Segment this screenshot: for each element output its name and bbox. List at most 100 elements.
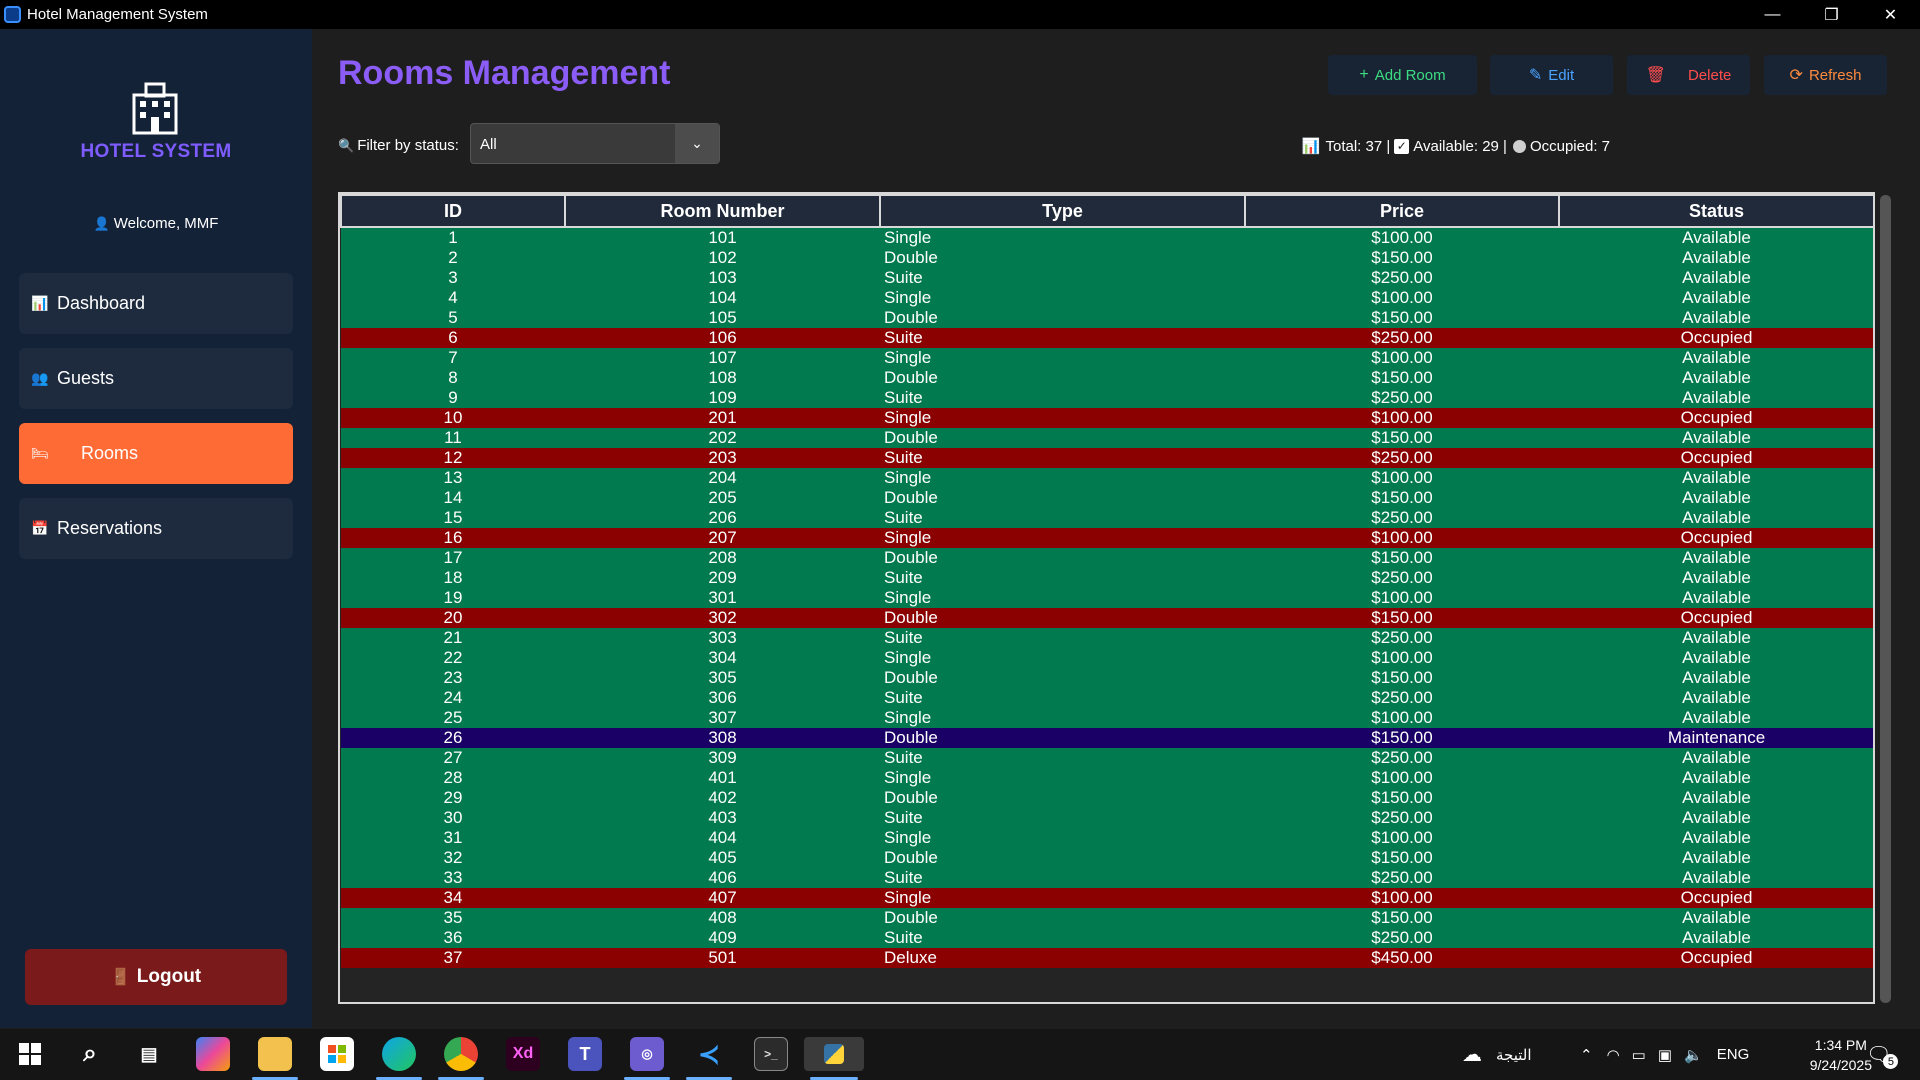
table-row[interactable]: 13 204 Single $100.00 Available [341,468,1873,488]
python-icon[interactable] [804,1037,864,1071]
teams-icon[interactable]: T [568,1037,602,1071]
task-view-icon[interactable]: ▤ [132,1037,166,1071]
status-filter-dropdown[interactable]: All ⌄ [470,123,720,164]
minimize-button[interactable]: — [1743,0,1802,29]
cell-id: 32 [341,848,565,868]
table-row[interactable]: 20 302 Double $150.00 Occupied [341,608,1873,628]
wifi-icon[interactable]: ◠ [1607,1046,1620,1064]
table-row[interactable]: 22 304 Single $100.00 Available [341,648,1873,668]
vscode-icon[interactable]: ≺ [692,1037,726,1071]
column-header-id[interactable]: ID [340,194,566,228]
table-row[interactable]: 2 102 Double $150.00 Available [341,248,1873,268]
chrome-icon[interactable] [444,1037,478,1071]
cell-room-number: 205 [565,488,880,508]
chevron-up-icon[interactable]: ⌃ [1580,1046,1593,1064]
table-row[interactable]: 25 307 Single $100.00 Available [341,708,1873,728]
table-row[interactable]: 37 501 Deluxe $450.00 Occupied [341,948,1873,968]
table-row[interactable]: 32 405 Double $150.00 Available [341,848,1873,868]
table-row[interactable]: 36 409 Suite $250.00 Available [341,928,1873,948]
table-row[interactable]: 8 108 Double $150.00 Available [341,368,1873,388]
table-row[interactable]: 19 301 Single $100.00 Available [341,588,1873,608]
table-row[interactable]: 10 201 Single $100.00 Occupied [341,408,1873,428]
column-header-room-number[interactable]: Room Number [564,194,881,228]
clock[interactable]: 1:34 PM 9/24/2025 [1810,1035,1872,1075]
table-row[interactable]: 28 401 Single $100.00 Available [341,768,1873,788]
speaker-muted-icon[interactable]: 🔈 [1684,1046,1703,1064]
table-row[interactable]: 35 408 Double $150.00 Available [341,908,1873,928]
cell-status: Available [1559,468,1873,488]
terminal-icon[interactable]: >_ [754,1037,788,1071]
windows-start-icon[interactable] [13,1037,47,1071]
table-row[interactable]: 12 203 Suite $250.00 Occupied [341,448,1873,468]
adobe-xd-icon[interactable]: Xd [506,1037,540,1071]
table-row[interactable]: 26 308 Double $150.00 Maintenance [341,728,1873,748]
cell-price: $100.00 [1245,588,1559,608]
table-row[interactable]: 17 208 Double $150.00 Available [341,548,1873,568]
cell-type: Double [880,908,1245,928]
cell-room-number: 109 [565,388,880,408]
table-row[interactable]: 4 104 Single $100.00 Available [341,288,1873,308]
logout-button[interactable]: 🚪 Logout [25,949,287,1005]
app-icon[interactable]: ◎ [630,1037,664,1071]
notification-center[interactable]: 🗨 5 [1866,1029,1899,1080]
restore-button[interactable]: ❐ [1802,0,1861,29]
table-row[interactable]: 6 106 Suite $250.00 Occupied [341,328,1873,348]
table-row[interactable]: 21 303 Suite $250.00 Available [341,628,1873,648]
file-explorer-icon[interactable] [258,1037,292,1071]
battery-icon[interactable]: ▭ [1632,1046,1646,1064]
table-row[interactable]: 33 406 Suite $250.00 Available [341,868,1873,888]
table-row[interactable]: 27 309 Suite $250.00 Available [341,748,1873,768]
edit-button[interactable]: ✎ Edit [1490,55,1613,95]
column-header-type[interactable]: Type [879,194,1246,228]
sidebar-item-guests[interactable]: 👥 Guests [19,348,293,409]
table-row[interactable]: 11 202 Double $150.00 Available [341,428,1873,448]
sidebar: HOTEL SYSTEM 👤 Welcome, MMF 📊 Dashboard 👥… [0,29,312,1028]
language-indicator[interactable]: ENG [1717,1046,1750,1063]
notification-badge: 5 [1883,1054,1899,1069]
search-icon[interactable]: ⌕ [73,1037,107,1071]
cell-price: $150.00 [1245,248,1559,268]
table-row[interactable]: 30 403 Suite $250.00 Available [341,808,1873,828]
table-row[interactable]: 16 207 Single $100.00 Occupied [341,528,1873,548]
edge-icon[interactable] [382,1037,416,1071]
cell-price: $100.00 [1245,828,1559,848]
window-titlebar: Hotel Management System — ❐ ✕ [0,0,1920,29]
cell-price: $150.00 [1245,608,1559,628]
table-row[interactable]: 23 305 Double $150.00 Available [341,668,1873,688]
cell-type: Suite [880,268,1245,288]
sidebar-item-dashboard[interactable]: 📊 Dashboard [19,273,293,334]
table-scrollbar[interactable] [1880,195,1891,1003]
table-row[interactable]: 15 206 Suite $250.00 Available [341,508,1873,528]
close-button[interactable]: ✕ [1861,0,1920,29]
chevron-down-icon[interactable]: ⌄ [675,124,719,163]
sidebar-item-reservations[interactable]: 📅 Reservations [19,498,293,559]
table-row[interactable]: 9 109 Suite $250.00 Available [341,388,1873,408]
add-room-button[interactable]: + Add Room [1328,55,1477,95]
cell-price: $100.00 [1245,227,1559,248]
window-title: Hotel Management System [27,6,208,23]
table-row[interactable]: 1 101 Single $100.00 Available [341,227,1873,248]
delete-button[interactable]: 🗑 Delete [1627,55,1750,95]
table-row[interactable]: 18 209 Suite $250.00 Available [341,568,1873,588]
table-row[interactable]: 14 205 Double $150.00 Available [341,488,1873,508]
search-icon: 🔍 [338,138,355,153]
cell-type: Suite [880,688,1245,708]
table-row[interactable]: 24 306 Suite $250.00 Available [341,688,1873,708]
table-row[interactable]: 31 404 Single $100.00 Available [341,828,1873,848]
table-row[interactable]: 7 107 Single $100.00 Available [341,348,1873,368]
table-row[interactable]: 3 103 Suite $250.00 Available [341,268,1873,288]
table-row[interactable]: 5 105 Double $150.00 Available [341,308,1873,328]
cell-price: $100.00 [1245,708,1559,728]
tray-widget[interactable]: ☁ التيجة [1462,1029,1532,1080]
table-row[interactable]: 29 402 Double $150.00 Available [341,788,1873,808]
table-header-row: ID Room Number Type Price Status [340,194,1873,228]
cell-type: Deluxe [880,948,1245,968]
store-icon[interactable] [320,1037,354,1071]
table-row[interactable]: 34 407 Single $100.00 Occupied [341,888,1873,908]
sidebar-item-rooms[interactable]: 🛏 Rooms [19,423,293,484]
device-icon[interactable]: ▣ [1658,1046,1672,1064]
column-header-price[interactable]: Price [1244,194,1560,228]
column-header-status[interactable]: Status [1558,194,1873,228]
refresh-button[interactable]: ⟳ Refresh [1764,55,1887,95]
copilot-icon[interactable] [196,1037,230,1071]
